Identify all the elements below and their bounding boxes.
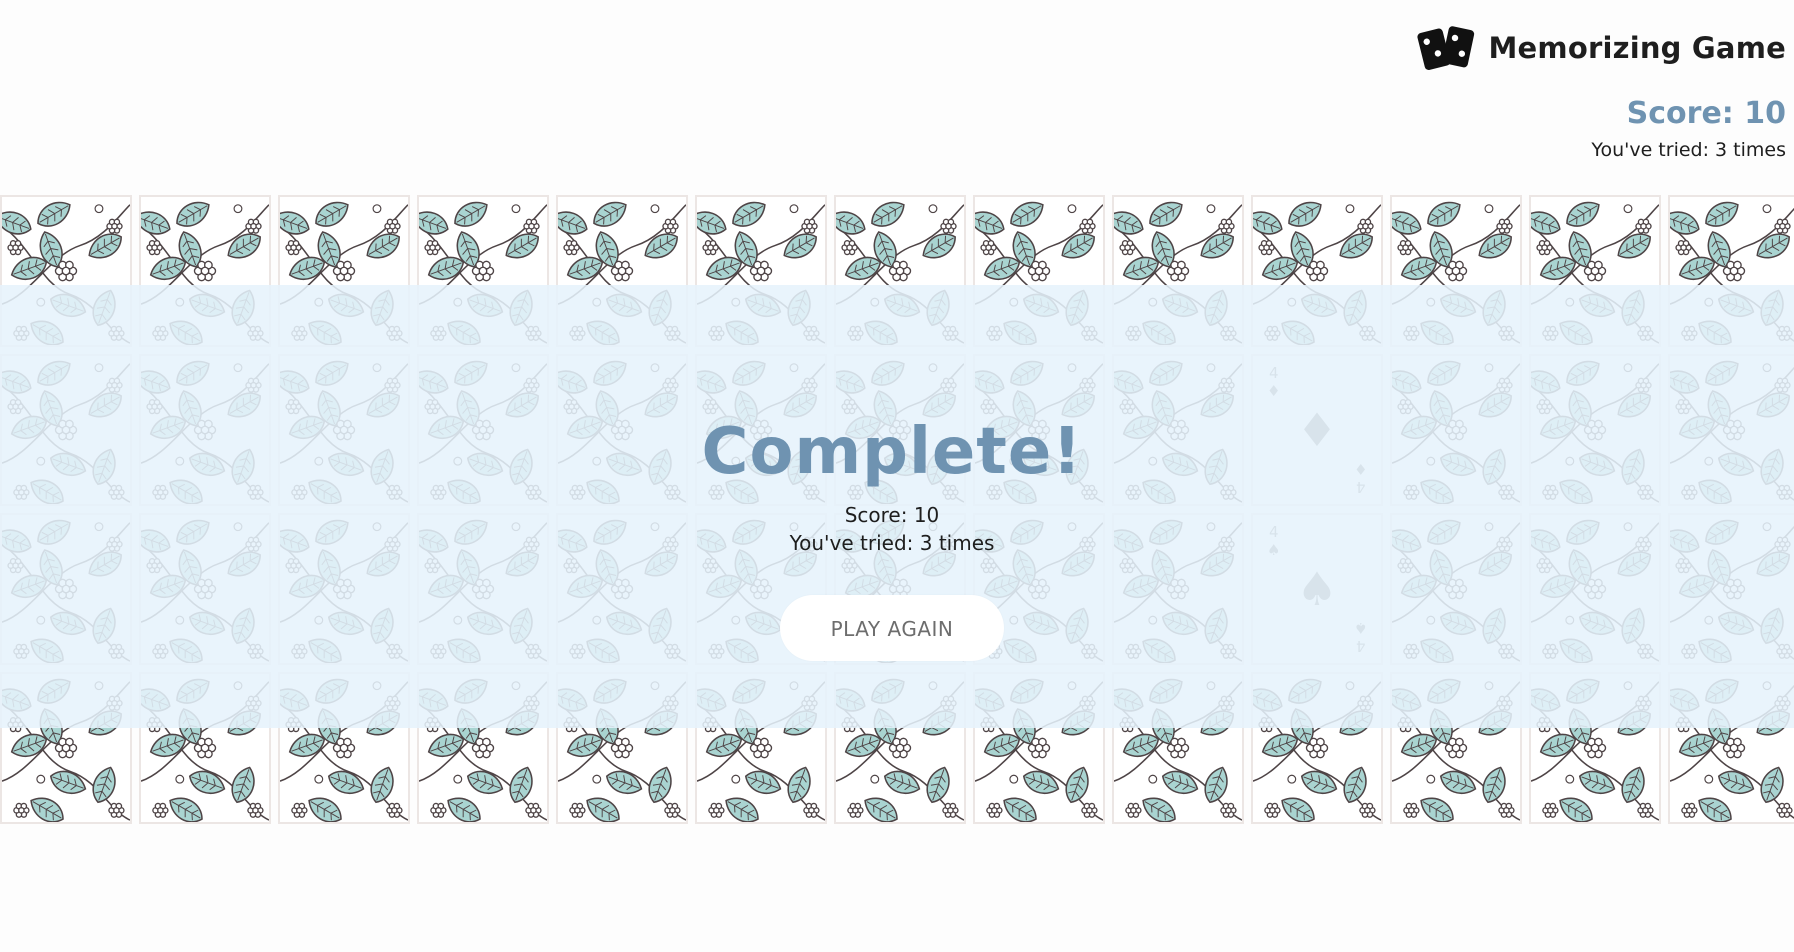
game-page: Memorizing Game Score: 10 You've tried: … <box>0 0 1794 952</box>
complete-title: Complete! <box>701 415 1083 489</box>
scoreboard: Score: 10 You've tried: 3 times <box>1591 96 1786 161</box>
final-score: Score: 10 <box>844 503 940 527</box>
play-again-button[interactable]: PLAY AGAIN <box>780 595 1004 661</box>
playing-cards-icon <box>1416 26 1474 71</box>
score-display: Score: 10 <box>1626 96 1786 131</box>
final-tries: You've tried: 3 times <box>789 531 995 555</box>
completion-dialog: Complete! Score: 10 You've tried: 3 time… <box>592 415 1192 661</box>
app-header: Memorizing Game <box>1416 24 1787 72</box>
tries-display: You've tried: 3 times <box>1591 139 1786 161</box>
app-title: Memorizing Game <box>1488 31 1786 65</box>
